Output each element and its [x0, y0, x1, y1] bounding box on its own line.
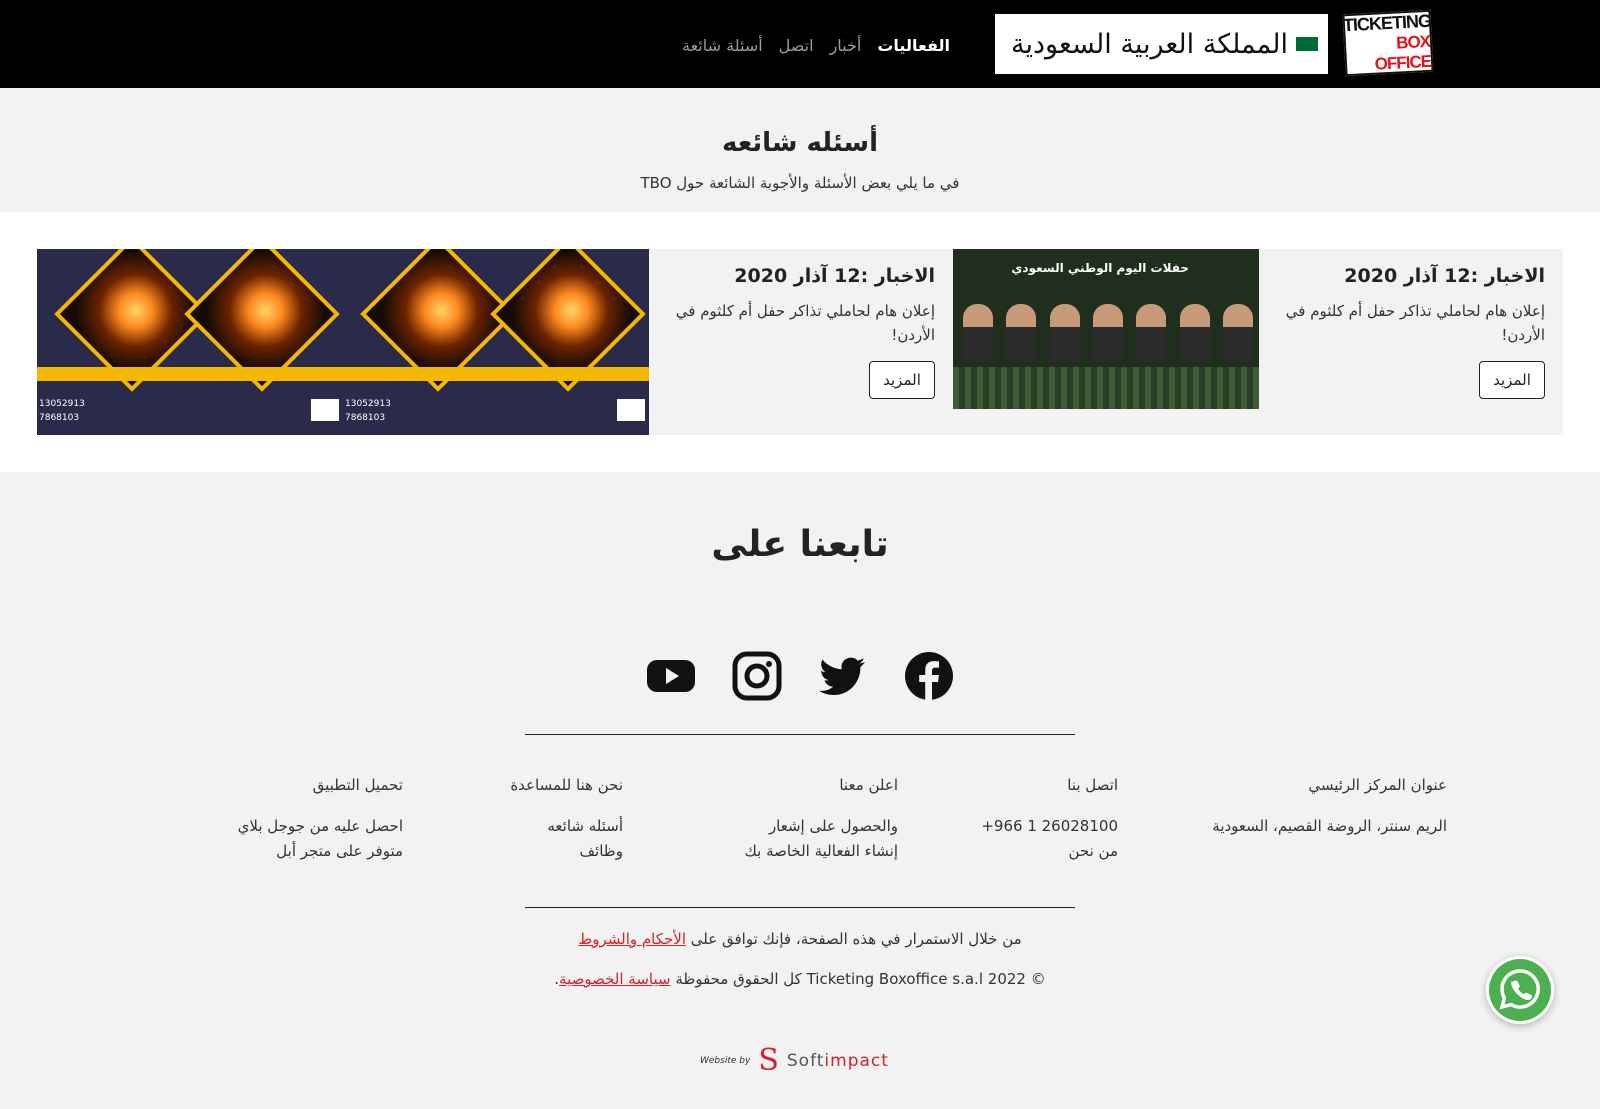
site-logo[interactable]: TICKETING BOX OFFICE [1342, 9, 1434, 77]
privacy-link[interactable]: سياسة الخصوصية [559, 970, 671, 988]
news-card-body: الاخبار :12 آذار 2020 إعلان هام لحاملي ت… [649, 249, 953, 435]
nav-item-news[interactable]: أخبار [830, 36, 862, 55]
social-links [645, 650, 955, 702]
saudi-flag-icon [1296, 37, 1318, 51]
terms-text: من خلال الاستمرار في هذه الصفحة، فإنك تو… [690, 930, 1022, 948]
footer-heading: عنوان المركز الرئيسي [1308, 776, 1447, 794]
news-card-body: الاخبار :12 آذار 2020 إعلان هام لحاملي ت… [1259, 249, 1563, 435]
news-text: إعلان هام لحاملي تذاكر حفل أم كلثوم في ا… [675, 302, 935, 344]
top-navbar: TICKETING BOX OFFICE المملكة العربية الس… [0, 0, 1600, 88]
footer-heading: اتصل بنا [1067, 776, 1118, 794]
whatsapp-chat-button[interactable] [1486, 956, 1554, 1024]
developer-credit[interactable]: Website by S Softimpact [700, 1046, 889, 1076]
credit-soft: Soft [786, 1051, 825, 1071]
news-card-image[interactable]: 13052913 7868103 [343, 249, 649, 435]
news-carousel: حفلات اليوم الوطني السعودي الاخبار :12 آ… [0, 212, 1600, 472]
page-subtitle: في ما يلي بعض الأسئلة والأجوبة الشائعة ح… [640, 174, 960, 192]
more-button[interactable]: المزيد [1479, 361, 1545, 399]
news-date: الاخبار :12 آذار 2020 [734, 265, 935, 287]
copyright: © 2022 Ticketing Boxoffice s.a.l كل الحق… [0, 970, 1600, 988]
footer-phone-link[interactable]: +966 1 26028100 [981, 814, 1118, 839]
news-card: 13052913 7868103 الاخبار :12 آذار 2020 إ… [343, 249, 953, 435]
softimpact-logo-icon: S [758, 1043, 779, 1078]
google-play-link[interactable]: احصل عليه من جوجل بلاي [238, 814, 403, 839]
terms-notice: من خلال الاستمرار في هذه الصفحة، فإنك تو… [0, 930, 1600, 948]
poster-phone-1: 13052913 [39, 399, 85, 409]
footer-col-advertise: اعلن معنا والحصول على إشعار إنشاء الفعال… [744, 776, 898, 864]
credit-impact: impact [824, 1051, 889, 1071]
footer-divider [525, 734, 1075, 735]
footer-heading: نحن هنا للمساعدة [510, 776, 623, 794]
footer-col-app: تحميل التطبيق احصل عليه من جوجل بلاي متو… [238, 776, 403, 864]
app-store-link[interactable]: متوفر على متجر أبل [238, 839, 403, 864]
poster-phone-2: 7868103 [39, 413, 80, 423]
copyright-text: © 2022 Ticketing Boxoffice s.a.l كل الحق… [675, 970, 1046, 988]
news-card: حفلات اليوم الوطني السعودي الاخبار :12 آ… [953, 249, 1563, 435]
news-card-image[interactable]: حفلات اليوم الوطني السعودي [953, 249, 1259, 435]
country-name: المملكة العربية السعودية [1010, 28, 1288, 60]
poster-title: حفلات اليوم الوطني السعودي [1011, 261, 1189, 275]
youtube-icon[interactable] [645, 650, 697, 702]
footer-heading: تحميل التطبيق [312, 776, 403, 794]
poster-phone-1: 13052913 [345, 399, 391, 409]
news-text: إعلان هام لحاملي تذاكر حفل أم كلثوم في ا… [1285, 302, 1545, 344]
nav-item-faq[interactable]: أسئلة شائعة [682, 36, 763, 55]
footer-notify-link[interactable]: والحصول على إشعار [744, 814, 898, 839]
footer-address: الريم سنتر، الروضة القصيم، السعودية [1212, 817, 1447, 835]
more-button[interactable]: المزيد [869, 361, 935, 399]
faq-header: أسئله شائعه في ما يلي بعض الأسئلة والأجو… [0, 88, 1600, 212]
news-card-image[interactable]: 13052913 7868103 [37, 249, 343, 435]
footer-divider [525, 907, 1075, 908]
footer-col-contact: اتصل بنا +966 1 26028100 من نحن [981, 776, 1118, 864]
whatsapp-icon [1489, 959, 1551, 1021]
footer-heading: اعلن معنا [839, 776, 898, 794]
page-title: أسئله شائعه [721, 128, 879, 158]
terms-link[interactable]: الأحكام والشروط [578, 930, 686, 948]
follow-us-title: تابعنا على [711, 524, 889, 565]
footer-col-address: عنوان المركز الرئيسي الريم سنتر، الروضة … [1212, 776, 1447, 839]
poster-phone-2: 7868103 [345, 413, 386, 423]
main-nav: الفعاليات أخبار اتصل أسئلة شائعة [682, 30, 950, 60]
credit-by: Website by [700, 1056, 751, 1066]
footer-create-event-link[interactable]: إنشاء الفعالية الخاصة بك [744, 839, 898, 864]
logo-line-2: BOX OFFICE [1374, 31, 1432, 74]
nav-item-contact[interactable]: اتصل [779, 36, 814, 55]
footer-jobs-link[interactable]: وظائف [510, 839, 623, 864]
news-date: الاخبار :12 آذار 2020 [1344, 265, 1545, 287]
poster-artists [963, 304, 1253, 364]
country-selector[interactable]: المملكة العربية السعودية [995, 14, 1328, 74]
footer-about-link[interactable]: من نحن [981, 839, 1119, 864]
nav-item-events[interactable]: الفعاليات [877, 36, 950, 55]
facebook-icon[interactable] [903, 650, 955, 702]
twitter-icon[interactable] [817, 650, 869, 702]
footer-faq-link[interactable]: أسئله شائعه [510, 814, 623, 839]
instagram-icon[interactable] [731, 650, 783, 702]
footer-col-help: نحن هنا للمساعدة أسئله شائعه وظائف [510, 776, 623, 864]
credit-name: Softimpact [787, 1051, 889, 1071]
